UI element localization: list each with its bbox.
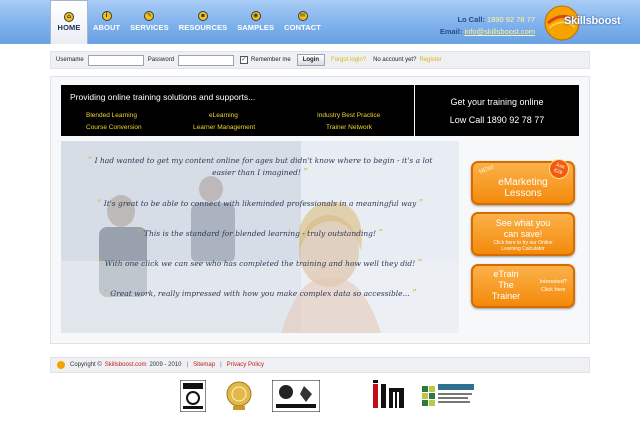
testimonial-3: “ This is the standard for blended learn… [137,229,383,239]
testimonial-photo: “ I had wanted to get my content online … [61,141,459,333]
copyright-prefix: Copyright © [70,362,102,368]
lo-call-value: 1890 92 78 77 [487,15,535,24]
nsai-certification-logo-icon [180,380,206,412]
page: ⌂ HOME i ABOUT ✎ SERVICES ▪ RESOURCES ◉ … [0,0,640,432]
nav-contact[interactable]: ✉ CONTACT [279,0,326,44]
password-input[interactable] [178,54,235,66]
cta-line1: Get your training online [450,97,544,107]
etrain-click-here: Click here [541,287,566,293]
main-nav: ⌂ HOME i ABOUT ✎ SERVICES ▪ RESOURCES ◉ … [50,0,326,44]
testimonial-1: “ I had wanted to get my content online … [87,156,433,178]
nav-samples[interactable]: ◉ SAMPLES [232,0,279,44]
remember-label: Remember me [251,57,291,63]
home-icon: ⌂ [64,12,74,22]
username-input[interactable] [87,54,144,66]
savings-calculator-button[interactable]: See what you can save! Click here to try… [471,212,575,256]
gold-award-seal-icon [226,381,252,410]
email-label: Email: [439,27,463,36]
register-link[interactable]: Register [419,57,441,63]
cta-banner: Get your training online Low Call 1890 9… [415,85,579,136]
cta-line2: Low Call 1890 92 78 77 [449,115,545,125]
etrain-line1: eTrain [493,269,519,279]
username-label: Username [56,57,84,63]
service-course-conversion[interactable]: Course Conversion [86,124,142,131]
company-link[interactable]: Skillsboost.com [105,362,147,368]
service-elearning[interactable]: eLearning [209,112,238,119]
nav-samples-label: SAMPLES [237,23,275,32]
etrain-trainer-button[interactable]: eTrain The Trainer Interested? Click her… [471,264,575,308]
contact-info: Lo Call: 1890 92 78 77 Email: info@skill… [440,14,535,38]
eye-icon: ◉ [250,11,261,21]
testimonial-4: “ With one click we can see who has comp… [97,259,423,269]
login-bar: Username Password ✓ Remember me Login Fo… [50,51,590,69]
etrain-line2: The [498,280,514,290]
save-line1: See what you [495,218,551,228]
no-account-text: No account yet? [373,57,417,63]
testimonial-2: “ It's great to be able to connect with … [96,199,424,209]
bsi-registered-logo-icon [272,380,320,412]
wrench-icon: ✎ [144,11,155,21]
etrain-title: eTrain The Trainer [481,269,531,302]
save-line2: can save! [503,229,543,239]
fetac-logo-icon [422,384,474,406]
etrain-interested: Interested? [539,279,567,285]
new-badge: NEW! [478,164,496,176]
nav-home-label: HOME [57,23,81,32]
service-trainer-network[interactable]: Trainer Network [326,124,372,131]
brand-name: Skillsboost [564,15,621,27]
footer-separator: | [186,362,189,368]
forgot-login-link[interactable]: Forgot login? [331,57,366,63]
lo-call-label: Lo Call: [457,15,485,24]
remember-checkbox[interactable]: ✓ [240,56,249,64]
nav-about-label: ABOUT [93,23,121,32]
sitemap-link[interactable]: Sitemap [193,362,215,368]
email-link[interactable]: info@skillsboost.com [464,27,535,36]
privacy-policy-link[interactable]: Privacy Policy [227,362,264,368]
nav-resources-label: RESOURCES [178,23,228,32]
site-footer: Copyright © Skillsboost.com 2009 - 2010 … [50,357,590,373]
site-header: ⌂ HOME i ABOUT ✎ SERVICES ▪ RESOURCES ◉ … [0,0,640,44]
testimonial-5: “ Great work, really impressed with how … [103,289,417,299]
info-icon: i [101,11,112,21]
service-best-practice[interactable]: Industry Best Practice [317,112,380,119]
save-small2: Learning Calculator [501,246,545,252]
password-label: Password [147,57,175,63]
nav-services-label: SERVICES [130,23,169,32]
copyright-years: 2009 - 2010 [149,362,182,368]
testimonial-2-text: It's great to be able to connect with li… [103,199,417,208]
etrain-side: Interested? Click here [539,278,567,294]
footer-separator: | [220,362,222,368]
testimonial-5-text: Great work, really impressed with how yo… [110,289,410,298]
nav-contact-label: CONTACT [284,23,321,32]
service-learner-management[interactable]: Learner Management [193,124,255,131]
banner-title: Providing online training solutions and … [70,92,256,102]
footer-logo-icon [57,361,65,369]
emarketing-lessons-button[interactable]: NEW! Just €29 eMarketing Lessons [471,156,575,205]
testimonial-4-text: With one click we can see who has comple… [104,259,416,268]
nav-resources[interactable]: ▪ RESOURCES [174,0,232,44]
mail-icon: ✉ [297,11,308,21]
service-blended-learning[interactable]: Blended Learning [86,112,137,119]
services-banner: Providing online training solutions and … [61,85,414,136]
testimonial-1-text: I had wanted to get my content online fo… [94,156,433,177]
testimonial-3-text: This is the standard for blended learnin… [144,229,376,238]
ilm-logo-icon [373,380,404,408]
emarketing-line2: Lessons [504,188,542,199]
etrain-line3: Trainer [491,291,521,301]
nav-about[interactable]: i ABOUT [88,0,125,44]
main-panel: Providing online training solutions and … [50,76,590,344]
folder-icon: ▪ [197,11,208,21]
login-button[interactable]: Login [296,54,326,66]
nav-home[interactable]: ⌂ HOME [50,0,88,44]
nav-services[interactable]: ✎ SERVICES [125,0,174,44]
